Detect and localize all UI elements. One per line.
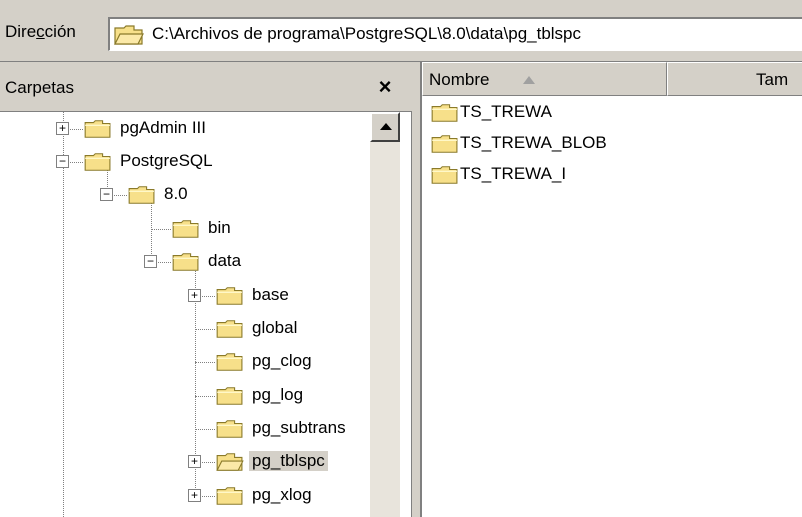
tree-connector	[151, 229, 171, 230]
open-folder-icon	[114, 25, 144, 45]
tree-item[interactable]: + pgAdmin III	[0, 112, 370, 146]
address-label: Dirección	[5, 22, 76, 41]
address-input[interactable]: C:\Archivos de programa\PostgreSQL\8.0\d…	[108, 17, 802, 51]
folder-icon	[172, 220, 199, 238]
collapse-icon[interactable]: −	[100, 188, 113, 201]
collapse-icon[interactable]: −	[144, 255, 157, 268]
folder-icon	[431, 135, 458, 153]
tree-item-label: pg_clog	[252, 351, 312, 370]
tree-item-label: base	[252, 285, 289, 304]
folder-icon	[84, 120, 111, 138]
tree-item-label: pg_tblspc	[249, 451, 328, 471]
tree-connector	[195, 362, 215, 363]
sort-ascending-icon	[523, 76, 535, 84]
tree-item[interactable]: − 8.0	[0, 178, 370, 212]
scroll-up-button[interactable]	[370, 112, 400, 142]
list-item-label: TS_TREWA	[460, 102, 552, 121]
tree-item-label: 8.0	[164, 184, 188, 203]
address-bar: Dirección C:\Archivos de programa\Postgr…	[0, 0, 802, 62]
tree-connector	[114, 195, 127, 196]
folder-icon	[216, 420, 243, 438]
column-header-size[interactable]: Tam	[667, 62, 802, 96]
list-item-label: TS_TREWA_I	[460, 164, 567, 183]
tree-connector	[195, 329, 215, 330]
tree-connector	[202, 296, 215, 297]
file-list-pane: Nombre Tam TS_TREWA TS_TREWA_BLOB TS_TREWA…	[420, 62, 802, 517]
folders-pane: Carpetas × + pgAdmin III − PostgreSQL − 8.0 bi…	[0, 62, 412, 517]
list-item[interactable]: TS_TREWA_BLOB	[422, 129, 667, 159]
folders-pane-title: Carpetas	[5, 78, 74, 97]
tree-connector	[70, 129, 83, 130]
tree-item[interactable]: + pg_tblspc	[0, 445, 370, 479]
folder-icon	[128, 186, 155, 204]
tree-connector	[70, 162, 83, 163]
folder-icon	[216, 487, 243, 505]
expand-icon[interactable]: +	[56, 122, 69, 135]
tree-connector	[195, 429, 215, 430]
tree-scrollbar[interactable]	[370, 112, 400, 517]
tree-item[interactable]: − data	[0, 245, 370, 279]
folder-icon	[431, 104, 458, 122]
tree-item-label: data	[208, 251, 242, 270]
tree-item-label: pgAdmin III	[120, 118, 206, 137]
folder-icon	[431, 166, 458, 184]
tree-connector	[202, 496, 215, 497]
tree-connector	[158, 262, 171, 263]
folder-icon	[216, 287, 243, 305]
tree-item[interactable]: pg_subtrans	[0, 412, 370, 446]
folder-icon	[216, 320, 243, 338]
folder-icon	[216, 387, 243, 405]
expand-icon[interactable]: +	[188, 455, 201, 468]
list-item-label: TS_TREWA_BLOB	[460, 133, 607, 152]
tree-connector	[195, 396, 215, 397]
tree-item-label: bin	[208, 218, 231, 237]
open-folder-icon	[216, 453, 244, 471]
close-icon[interactable]: ×	[370, 72, 400, 102]
list-header: Nombre Tam	[422, 62, 802, 96]
folder-tree: + pgAdmin III − PostgreSQL − 8.0 bin − data + base…	[0, 112, 370, 517]
tree-item[interactable]: bin	[0, 212, 370, 246]
tree-connector	[202, 462, 215, 463]
tree-item-label: pg_subtrans	[252, 418, 346, 437]
tree-item[interactable]: global	[0, 312, 370, 346]
arrow-up-icon	[380, 123, 392, 130]
folder-icon	[84, 153, 111, 171]
folders-pane-header: Carpetas ×	[0, 62, 412, 112]
folder-icon	[216, 353, 243, 371]
tree-item[interactable]: pg_clog	[0, 345, 370, 379]
collapse-icon[interactable]: −	[56, 155, 69, 168]
expand-icon[interactable]: +	[188, 489, 201, 502]
tree-item-label: PostgreSQL	[120, 151, 213, 170]
column-header-name[interactable]: Nombre	[422, 62, 667, 96]
expand-icon[interactable]: +	[188, 289, 201, 302]
tree-item[interactable]: + base	[0, 279, 370, 313]
tree-item-label: pg_xlog	[252, 485, 312, 504]
tree-item-label: pg_log	[252, 385, 304, 404]
tree-item[interactable]: − PostgreSQL	[0, 145, 370, 179]
tree-item[interactable]: + pg_xlog	[0, 479, 370, 513]
folder-icon	[172, 253, 199, 271]
list-item[interactable]: TS_TREWA	[422, 98, 667, 128]
address-path: C:\Archivos de programa\PostgreSQL\8.0\d…	[152, 24, 582, 43]
tree-item-label: global	[252, 318, 298, 337]
list-item[interactable]: TS_TREWA_I	[422, 160, 667, 190]
tree-item[interactable]: pg_log	[0, 379, 370, 413]
